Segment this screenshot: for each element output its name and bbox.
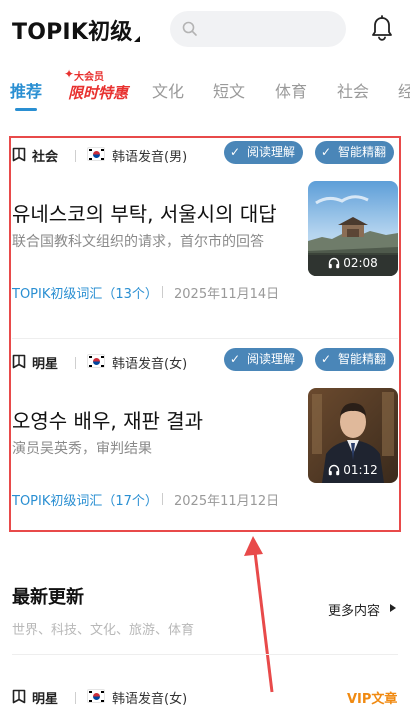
promo-badge[interactable]: ✦ 大会员 限时特惠 xyxy=(64,67,128,105)
tab-recommend[interactable]: 推荐 xyxy=(10,78,42,102)
tab-culture[interactable]: 文化 xyxy=(152,78,184,102)
tab-society[interactable]: 社会 xyxy=(337,78,369,102)
page-title[interactable]: TOPIK初级 xyxy=(12,14,132,46)
category-tabs: 推荐 ✦ 大会员 限时特惠 文化 短文 体育 社会 经 xyxy=(0,64,410,114)
play-arrow-icon[interactable] xyxy=(390,604,396,612)
more-content-link[interactable]: 更多内容 xyxy=(328,600,380,619)
tab-short-text[interactable]: 短文 xyxy=(213,78,245,102)
promo-big-text: 限时特惠 xyxy=(68,84,129,102)
app-header: TOPIK初级 xyxy=(0,0,410,60)
sparkle-icon: ✦ xyxy=(64,67,75,81)
title-dropdown-icon[interactable] xyxy=(134,36,140,42)
tab-sports[interactable]: 体育 xyxy=(275,78,307,102)
search-icon xyxy=(182,21,197,36)
tab-economy[interactable]: 经 xyxy=(398,78,410,102)
book-icon xyxy=(12,689,26,704)
vip-badge: VIP文章 xyxy=(347,692,398,707)
korea-flag-icon xyxy=(87,689,105,703)
article-category: 明星 xyxy=(32,692,59,707)
search-input[interactable] xyxy=(170,11,346,47)
divider xyxy=(75,692,76,704)
pronunciation-label: 韩语发音(女) xyxy=(112,692,188,707)
tab-active-indicator xyxy=(15,108,37,111)
highlight-box xyxy=(9,136,401,532)
section-subtitle: 世界、科技、文化、旅游、体育 xyxy=(12,623,195,638)
article-meta[interactable]: 明星 韩语发音(女) VIP文章 xyxy=(12,683,402,711)
section-title: 最新更新 xyxy=(12,587,84,608)
bell-icon[interactable] xyxy=(370,15,394,41)
section-divider xyxy=(12,654,398,655)
promo-small-text: 大会员 xyxy=(74,72,104,83)
